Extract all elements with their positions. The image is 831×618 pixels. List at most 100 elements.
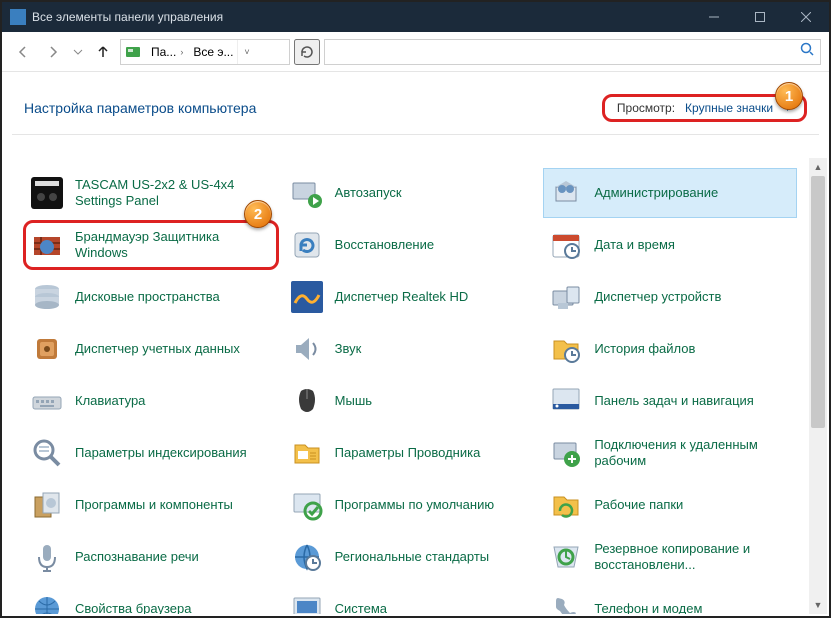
item-speech[interactable]: Распознавание речи	[24, 532, 278, 582]
item-explorer[interactable]: Параметры Проводника	[284, 428, 538, 478]
items-grid: TASCAM US-2x2 & US-4x4 Settings Panel Авт…	[24, 168, 797, 614]
item-realtek-label: Диспетчер Realtek HD	[335, 289, 469, 305]
item-storage[interactable]: Дисковые пространства	[24, 272, 278, 322]
close-button[interactable]	[783, 2, 829, 32]
datetime-icon	[548, 227, 584, 263]
item-indexing[interactable]: Параметры индексирования	[24, 428, 278, 478]
indexing-icon	[29, 435, 65, 471]
item-phone-label: Телефон и модем	[594, 601, 702, 614]
item-admin[interactable]: Администрирование	[543, 168, 797, 218]
keyboard-icon	[29, 383, 65, 419]
refresh-button[interactable]	[294, 39, 320, 65]
item-region-label: Региональные стандарты	[335, 549, 489, 565]
mouse-icon	[289, 383, 325, 419]
vertical-scrollbar[interactable]: ▲ ▼	[809, 158, 827, 614]
explorer-icon	[289, 435, 325, 471]
programs-icon	[29, 487, 65, 523]
item-filehist[interactable]: История файлов	[543, 324, 797, 374]
item-datetime[interactable]: Дата и время	[543, 220, 797, 270]
item-mouse-label: Мышь	[335, 393, 372, 409]
item-workfolders[interactable]: Рабочие папки	[543, 480, 797, 530]
item-devmgr-label: Диспетчер устройств	[594, 289, 721, 305]
item-cred[interactable]: Диспетчер учетных данных	[24, 324, 278, 374]
search-input[interactable]	[325, 40, 820, 64]
item-firewall-label: Брандмауэр Защитника Windows	[75, 229, 273, 260]
item-indexing-label: Параметры индексирования	[75, 445, 247, 461]
breadcrumb-seg-2[interactable]: Все э...	[187, 40, 237, 64]
content-area: TASCAM US-2x2 & US-4x4 Settings Panel Авт…	[4, 158, 827, 614]
defaults-icon	[289, 487, 325, 523]
item-programs-label: Программы и компоненты	[75, 497, 233, 513]
filehist-icon	[548, 331, 584, 367]
badge-2: 2	[244, 200, 272, 228]
item-backup[interactable]: Резервное копирование и восстановлени...	[543, 532, 797, 582]
item-recovery-label: Восстановление	[335, 237, 434, 253]
up-button[interactable]	[90, 39, 116, 65]
item-autoplay[interactable]: Автозапуск	[284, 168, 538, 218]
item-system-label: Система	[335, 601, 387, 614]
region-icon	[289, 539, 325, 575]
scroll-up-arrow-icon[interactable]: ▲	[809, 158, 827, 176]
item-autoplay-label: Автозапуск	[335, 185, 402, 201]
divider	[12, 134, 819, 135]
item-cred-label: Диспетчер учетных данных	[75, 341, 240, 357]
tascam-icon	[29, 175, 65, 211]
storage-icon	[29, 279, 65, 315]
realtek-icon	[289, 279, 325, 315]
devmgr-icon	[548, 279, 584, 315]
titlebar: Все элементы панели управления	[2, 2, 829, 32]
item-keyboard-label: Клавиатура	[75, 393, 145, 409]
scroll-track[interactable]	[809, 176, 827, 596]
back-button[interactable]	[10, 39, 36, 65]
item-sound-label: Звук	[335, 341, 362, 357]
recovery-icon	[289, 227, 325, 263]
item-inet[interactable]: Свойства браузера	[24, 584, 278, 614]
item-sound[interactable]: Звук	[284, 324, 538, 374]
item-explorer-label: Параметры Проводника	[335, 445, 481, 461]
item-backup-label: Резервное копирование и восстановлени...	[594, 541, 792, 572]
forward-button[interactable]	[40, 39, 66, 65]
taskbar-icon	[548, 383, 584, 419]
item-phone[interactable]: Телефон и модем	[543, 584, 797, 614]
phone-icon	[548, 591, 584, 614]
view-value: Крупные значки	[685, 101, 773, 115]
workfolders-icon	[548, 487, 584, 523]
item-storage-label: Дисковые пространства	[75, 289, 220, 305]
breadcrumb-seg-1[interactable]: Па... ›	[145, 40, 187, 64]
item-firewall[interactable]: Брандмауэр Защитника Windows	[24, 220, 278, 270]
item-system[interactable]: Система	[284, 584, 538, 614]
maximize-button[interactable]	[737, 2, 783, 32]
item-defaults-label: Программы по умолчанию	[335, 497, 494, 513]
control-panel-window: Все элементы панели управления Па...	[0, 0, 831, 618]
item-programs[interactable]: Программы и компоненты	[24, 480, 278, 530]
search-box[interactable]	[324, 39, 821, 65]
view-label: Просмотр:	[617, 101, 675, 115]
item-remoteapp[interactable]: Подключения к удаленным рабочим	[543, 428, 797, 478]
item-inet-label: Свойства браузера	[75, 601, 191, 614]
navbar: Па... › Все э... ˅	[2, 32, 829, 72]
item-workfolders-label: Рабочие папки	[594, 497, 683, 513]
breadcrumb-dropdown[interactable]: ˅	[237, 40, 255, 64]
scroll-down-arrow-icon[interactable]: ▼	[809, 596, 827, 614]
item-tascam[interactable]: TASCAM US-2x2 & US-4x4 Settings Panel	[24, 168, 278, 218]
item-keyboard[interactable]: Клавиатура	[24, 376, 278, 426]
item-realtek[interactable]: Диспетчер Realtek HD	[284, 272, 538, 322]
scroll-thumb[interactable]	[811, 176, 825, 428]
recent-dropdown-button[interactable]	[70, 39, 86, 65]
item-admin-label: Администрирование	[594, 185, 718, 201]
search-icon[interactable]	[800, 42, 814, 61]
autoplay-icon	[289, 175, 325, 211]
window-title: Все элементы панели управления	[32, 10, 691, 24]
item-recovery[interactable]: Восстановление	[284, 220, 538, 270]
breadcrumb[interactable]: Па... › Все э... ˅	[120, 39, 290, 65]
chevron-right-icon: ›	[180, 47, 183, 57]
item-taskbar[interactable]: Панель задач и навигация	[543, 376, 797, 426]
inet-icon	[29, 591, 65, 614]
item-mouse[interactable]: Мышь	[284, 376, 538, 426]
item-speech-label: Распознавание речи	[75, 549, 199, 565]
item-devmgr[interactable]: Диспетчер устройств	[543, 272, 797, 322]
item-defaults[interactable]: Программы по умолчанию	[284, 480, 538, 530]
item-region[interactable]: Региональные стандарты	[284, 532, 538, 582]
minimize-button[interactable]	[691, 2, 737, 32]
breadcrumb-seg-1-label: Па...	[151, 45, 176, 59]
